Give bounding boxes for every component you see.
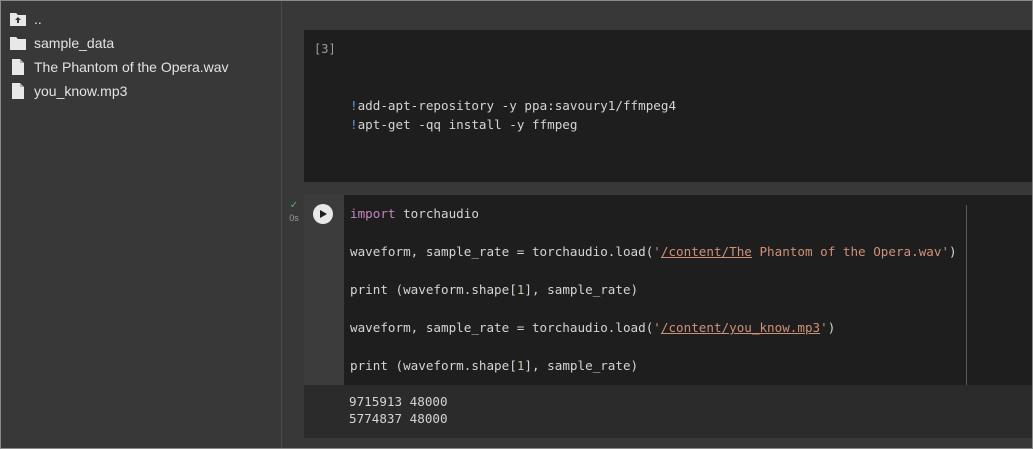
file-icon <box>9 82 27 100</box>
execution-count: [3] <box>314 42 336 56</box>
editor-ruler <box>966 205 967 385</box>
code-text: print (waveform.shape[ <box>350 358 517 373</box>
folder-up-icon <box>9 10 27 28</box>
code-text: print (waveform.shape[ <box>350 282 517 297</box>
cell-status: ✓ 0s <box>286 200 302 224</box>
code-line[interactable]: print (waveform.shape[1], sample_rate) <box>350 281 638 299</box>
shell-bang: ! <box>350 98 358 113</box>
file-item-label: you_know.mp3 <box>34 83 128 99</box>
path-link[interactable]: /content/you_know.mp3 <box>661 320 820 335</box>
code-line[interactable]: !add-apt-repository -y ppa:savoury1/ffmp… <box>350 97 676 115</box>
file-item-label: The Phantom of the Opera.wav <box>34 59 229 75</box>
string-quote: ' <box>941 244 950 259</box>
code-cell-current[interactable]: import torchaudio waveform, sample_rate … <box>304 195 1032 438</box>
code-text: ) <box>949 244 957 259</box>
code-cell-previous[interactable]: [3] !add-apt-repository -y ppa:savoury1/… <box>304 30 1032 182</box>
code-text: ], sample_rate) <box>524 358 639 373</box>
file-icon <box>9 58 27 76</box>
shell-bang: ! <box>350 117 358 132</box>
file-item-parent-folder[interactable]: .. <box>9 8 42 30</box>
path-link[interactable]: /content/The <box>661 244 752 259</box>
keyword: import <box>350 206 396 221</box>
file-item-label: sample_data <box>34 35 115 51</box>
code-line[interactable]: waveform, sample_rate = torchaudio.load(… <box>350 319 835 337</box>
cell-output: 9715913 48000 5774837 48000 <box>304 385 1032 438</box>
code-line[interactable]: !apt-get -qq install -y ffmpeg <box>350 116 577 134</box>
code-text: waveform, sample_rate = torchaudio.load( <box>350 244 654 259</box>
cell-gutter <box>304 195 344 385</box>
code-text: ], sample_rate) <box>524 282 639 297</box>
code-line[interactable]: import torchaudio <box>350 205 479 223</box>
file-item-you-know-mp3[interactable]: you_know.mp3 <box>9 80 127 102</box>
file-item-label: .. <box>34 11 42 27</box>
code-text: apt-get -qq install -y ffmpeg <box>357 117 578 132</box>
file-item-phantom-wav[interactable]: The Phantom of the Opera.wav <box>9 56 229 78</box>
string-literal: Phantom of the Opera.wav <box>751 244 942 259</box>
success-check-icon: ✓ <box>289 200 299 211</box>
file-item-sample-data[interactable]: sample_data <box>9 32 114 54</box>
output-line: 5774837 48000 <box>349 411 448 426</box>
execution-time: 0s <box>289 213 299 223</box>
string-quote: ' <box>653 320 661 335</box>
code-line[interactable]: waveform, sample_rate = torchaudio.load(… <box>350 243 957 261</box>
output-line: 9715913 48000 <box>349 394 448 409</box>
code-text: ) <box>827 320 836 335</box>
file-browser-sidebar: .. sample_data The Phantom of the Opera.… <box>1 1 282 448</box>
string-quote: ' <box>653 244 661 259</box>
notebook-area: [3] !add-apt-repository -y ppa:savoury1/… <box>282 1 1032 448</box>
code-text: add-apt-repository -y ppa:savoury1/ffmpe… <box>357 98 677 113</box>
app-window: .. sample_data The Phantom of the Opera.… <box>0 0 1033 449</box>
folder-icon <box>9 34 27 52</box>
run-cell-button[interactable] <box>313 204 333 224</box>
code-line[interactable]: print (waveform.shape[1], sample_rate) <box>350 357 638 375</box>
play-icon <box>320 210 327 218</box>
code-text: waveform, sample_rate = torchaudio.load( <box>350 320 654 335</box>
code-text: torchaudio <box>395 206 479 221</box>
string-quote: ' <box>820 320 828 335</box>
